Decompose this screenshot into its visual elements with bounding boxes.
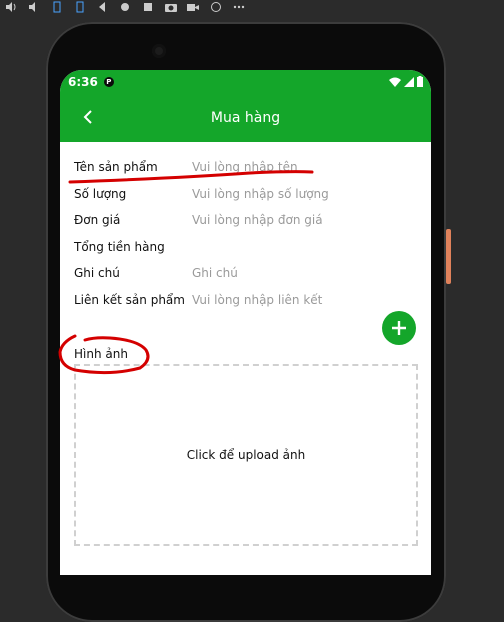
home-icon[interactable] (114, 0, 137, 14)
rotate-right-icon[interactable] (68, 0, 91, 14)
field-label: Liên kết sản phẩm (74, 292, 185, 307)
plus-icon (392, 321, 406, 335)
field-product-name[interactable]: Tên sản phẩm Vui lòng nhập tên (60, 154, 431, 181)
product-link-input[interactable]: Vui lòng nhập liên kết (192, 293, 322, 307)
front-camera (152, 44, 166, 58)
page-title: Mua hàng (210, 109, 281, 126)
rewind-icon[interactable] (205, 0, 228, 14)
unit-price-input[interactable]: Vui lòng nhập đơn giá (192, 213, 323, 227)
field-quantity[interactable]: Số lượng Vui lòng nhập số lượng (60, 181, 431, 208)
status-icons (389, 76, 423, 87)
field-label: Tổng tiền hàng (74, 239, 165, 254)
emulator-toolbar (0, 0, 250, 14)
product-name-input[interactable]: Vui lòng nhập tên (192, 160, 298, 174)
upload-area[interactable]: Click để upload ảnh (74, 364, 418, 546)
field-label: Số lượng (74, 186, 127, 201)
field-unit-price[interactable]: Đơn giá Vui lòng nhập đơn giá (60, 207, 431, 234)
power-button[interactable] (446, 229, 451, 284)
add-button[interactable] (382, 311, 416, 345)
status-time: 6:36 (68, 74, 98, 89)
overview-icon[interactable] (136, 0, 159, 14)
phone-screen: 6:36 P Mua hàng Tên sản phẩm Vui lòng nh… (60, 70, 431, 575)
battery-icon (417, 76, 423, 87)
app-bar: Mua hàng (60, 93, 431, 142)
field-label: Tên sản phẩm (74, 160, 158, 175)
upload-text: Click để upload ảnh (186, 448, 306, 462)
more-icon[interactable] (227, 0, 250, 14)
video-icon[interactable] (182, 0, 205, 14)
status-bar: 6:36 P (60, 70, 431, 93)
volume-down-icon[interactable] (23, 0, 46, 14)
back-icon[interactable] (91, 0, 114, 14)
field-note[interactable]: Ghi chú Ghi chú (60, 260, 431, 287)
camera-icon[interactable] (159, 0, 182, 14)
field-label: Đơn giá (74, 213, 121, 228)
volume-icon[interactable] (0, 0, 23, 14)
note-input[interactable]: Ghi chú (192, 266, 238, 280)
image-label: Hình ảnh (74, 347, 128, 361)
app-notification-icon: P (103, 76, 114, 87)
purchase-form: Tên sản phẩm Vui lòng nhập tên Số lượng … (60, 142, 431, 313)
field-label: Ghi chú (74, 266, 120, 281)
signal-icon (404, 76, 414, 87)
quantity-input[interactable]: Vui lòng nhập số lượng (192, 187, 329, 201)
back-arrow-icon[interactable] (78, 106, 98, 128)
field-total: Tổng tiền hàng (60, 234, 431, 261)
field-product-link[interactable]: Liên kết sản phẩm Vui lòng nhập liên kết (60, 287, 431, 314)
rotate-left-icon[interactable] (45, 0, 68, 14)
wifi-icon (389, 77, 401, 87)
